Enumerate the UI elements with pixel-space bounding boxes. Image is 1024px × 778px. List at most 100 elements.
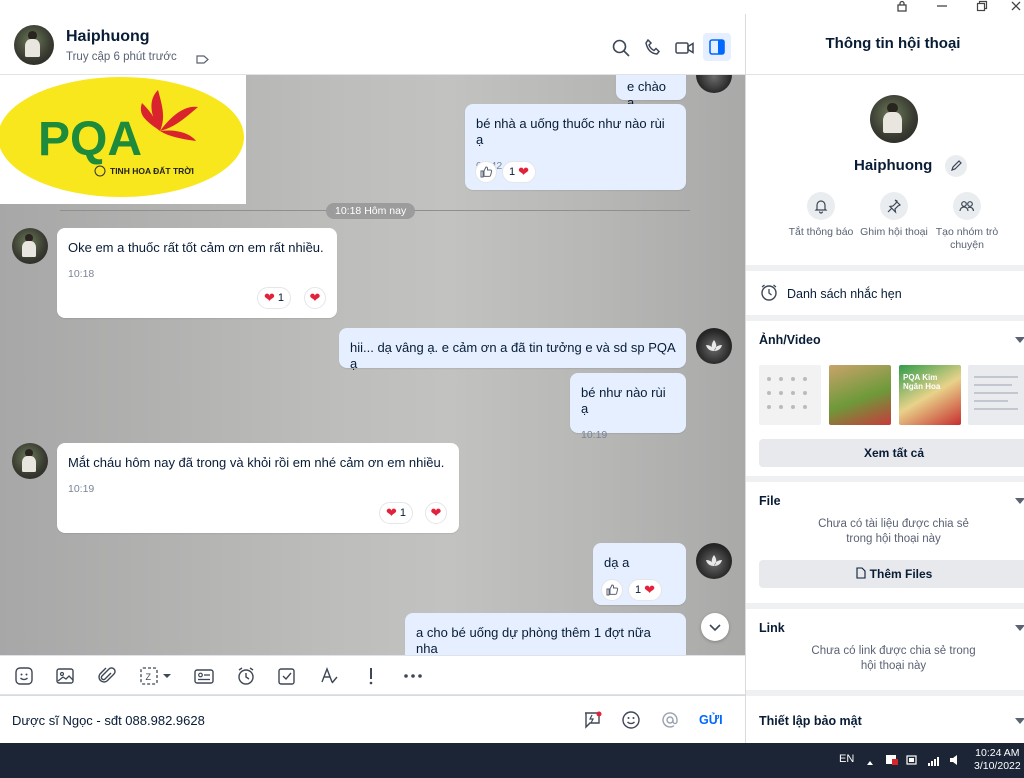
reaction-count-badge[interactable]: ❤ 1 [257, 287, 292, 309]
clock-date: 3/10/2022 [974, 760, 1021, 772]
send-button[interactable]: GỬI [699, 713, 723, 727]
message-bubble[interactable]: e chào a [616, 75, 686, 110]
message-bubble[interactable]: Oke em a thuốc rất tốt cảm ơn em rất nhi… [57, 228, 337, 318]
clock-time: 10:24 AM [975, 747, 1020, 759]
video-call-icon[interactable] [673, 36, 697, 60]
flag-icon[interactable] [885, 753, 899, 772]
view-all-media-button[interactable]: Xem tất cả [759, 439, 1024, 467]
files-title[interactable]: File [759, 494, 781, 508]
chevron-down-icon[interactable] [701, 613, 729, 641]
message-text: dạ a [604, 555, 630, 570]
file-icon [856, 561, 866, 589]
urgent-icon[interactable] [360, 665, 382, 687]
heart-icon: ❤ [264, 290, 275, 305]
mute-notifications-button[interactable]: Tắt thông báo [781, 192, 861, 239]
media-thumbnail[interactable]: PQA Kim Ngân Hoa [899, 365, 961, 425]
media-thumbnail[interactable] [759, 365, 821, 425]
security-section[interactable]: Thiết lập bảo mật [746, 696, 1024, 743]
contact-status: Truy cập 6 phút trước [66, 51, 177, 63]
panel-toggle-icon[interactable] [703, 33, 731, 61]
contact-avatar[interactable] [12, 443, 48, 479]
message-text: bé như nào rùi ạ [581, 385, 666, 416]
taskbar-clock[interactable]: 10:24 AM 3/10/2022 [974, 747, 1021, 773]
create-group-button[interactable]: Tạo nhóm trò chuyện [927, 192, 1007, 252]
collapse-caret-icon[interactable] [1015, 625, 1024, 631]
bell-icon [807, 192, 835, 220]
heart-reaction-button[interactable]: ❤ [304, 287, 326, 309]
close-icon[interactable] [996, 0, 1024, 14]
links-title[interactable]: Link [759, 621, 785, 635]
collapse-caret-icon[interactable] [1015, 498, 1024, 504]
reaction-count-badge[interactable]: 1 ❤ [628, 579, 663, 601]
minimize-icon[interactable] [922, 0, 962, 14]
contact-avatar[interactable] [12, 228, 48, 264]
network-icon[interactable] [905, 753, 919, 772]
reaction-count: 1 [277, 292, 285, 304]
search-icon[interactable] [609, 36, 633, 60]
speaker-icon[interactable] [927, 753, 943, 772]
mention-icon[interactable] [659, 709, 681, 736]
edit-icon[interactable] [945, 155, 967, 177]
files-empty-text: Chưa có tài liệu được chia sẻ trong hội … [818, 518, 969, 545]
add-files-button[interactable]: Thêm Files [759, 560, 1024, 588]
emoji-icon[interactable] [620, 709, 642, 736]
message-text: a cho bé uống dự phòng thêm 1 đợt nữa nh… [416, 625, 651, 655]
contact-name[interactable]: Haiphuong [66, 28, 150, 46]
reminders-row[interactable]: Danh sách nhắc hẹn [746, 271, 1024, 315]
reaction-count: 1 [509, 166, 516, 178]
todo-icon[interactable] [276, 665, 298, 687]
message-time: 10:19 [581, 429, 608, 441]
message-input[interactable] [12, 708, 572, 732]
like-reaction-button[interactable] [601, 579, 623, 601]
format-text-icon[interactable] [318, 665, 340, 687]
heart-icon: ❤ [430, 505, 442, 520]
media-title[interactable]: Ảnh/Video [759, 333, 821, 347]
message-bubble[interactable]: bé như nào rùi ạ 10:19 [570, 373, 686, 441]
media-section: Ảnh/Video PQA Kim Ngân Hoa Xem tất cả [746, 321, 1024, 476]
own-avatar[interactable] [696, 75, 732, 93]
attachment-icon[interactable] [96, 665, 118, 687]
svg-text:Z: Z [146, 672, 152, 682]
sticker-icon[interactable] [13, 665, 35, 687]
heart-icon: ❤ [309, 290, 321, 305]
screenshot-icon[interactable]: Z [138, 665, 174, 687]
message-bubble[interactable]: hii... dạ vâng ạ. e cảm ơn a đã tin tưởn… [339, 328, 686, 371]
chat-header: Haiphuong Truy cập 6 phút trước [0, 14, 745, 75]
reaction-count-badge[interactable]: ❤ 1 [379, 502, 414, 524]
contact-card-icon[interactable] [193, 665, 215, 687]
lock-icon[interactable] [882, 0, 922, 14]
window-titlebar [0, 0, 1024, 14]
own-avatar[interactable] [696, 543, 732, 579]
tray-up-icon[interactable] [866, 754, 874, 772]
collapse-caret-icon[interactable] [1015, 718, 1024, 724]
security-title: Thiết lập bảo mật [759, 714, 862, 728]
files-section: File Chưa có tài liệu được chia sẻ trong… [746, 482, 1024, 603]
language-indicator[interactable]: EN [839, 753, 854, 765]
quick-message-icon[interactable] [582, 709, 604, 736]
action-label: Tạo nhóm trò chuyện [935, 226, 999, 251]
media-thumbnail[interactable] [829, 365, 891, 425]
heart-reaction-button[interactable]: ❤ [425, 502, 447, 524]
more-icon[interactable] [402, 665, 424, 687]
chat-messages[interactable]: PQA TINH HOA ĐẤT TRỜI e chào a bé nhà a … [0, 75, 745, 655]
panel-title: Thông tin hội thoại [825, 35, 961, 52]
contact-avatar[interactable] [14, 25, 54, 65]
pqa-logo-image[interactable]: PQA TINH HOA ĐẤT TRỜI [0, 75, 246, 204]
clock-icon [759, 282, 779, 307]
own-avatar[interactable] [696, 328, 732, 364]
notification-icon[interactable] [948, 753, 962, 772]
like-reaction-button[interactable] [475, 161, 497, 183]
media-thumbnail[interactable] [968, 365, 1024, 425]
contact-avatar[interactable] [870, 95, 918, 143]
image-icon[interactable] [54, 665, 76, 687]
svg-text:PQA: PQA [38, 113, 142, 166]
phone-icon[interactable] [641, 36, 665, 60]
message-bubble[interactable]: a cho bé uống dự phòng thêm 1 đợt nữa nh… [405, 613, 686, 655]
tag-icon[interactable] [196, 52, 209, 70]
pin-conversation-button[interactable]: Ghim hội thoại [854, 192, 934, 239]
reminder-icon[interactable] [235, 665, 257, 687]
reaction-count-badge[interactable]: 1 ❤ [502, 161, 537, 183]
collapse-caret-icon[interactable] [1015, 337, 1024, 343]
reaction-count: 1 [635, 584, 642, 596]
message-bubble[interactable]: bé nhà a uống thuốc như nào rùi ạ 09:42 [465, 104, 686, 190]
